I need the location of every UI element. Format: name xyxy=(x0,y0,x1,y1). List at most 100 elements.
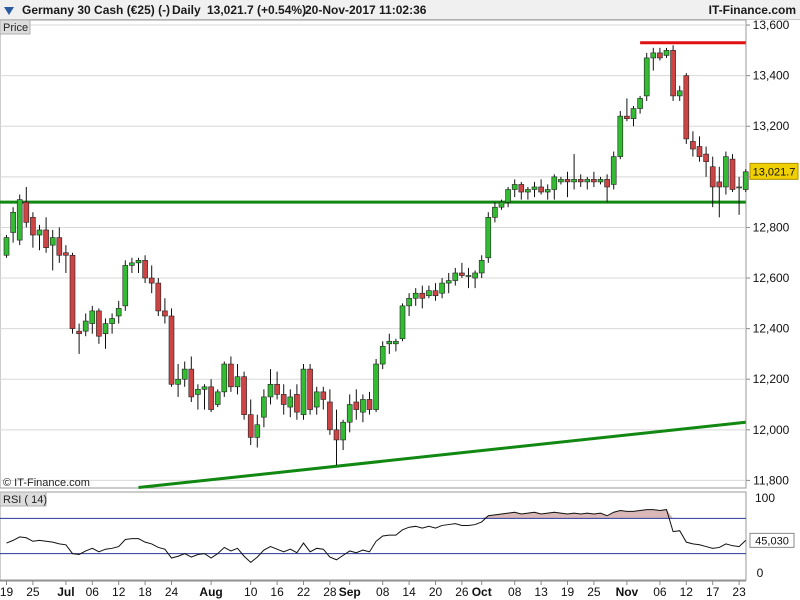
x-tick-label: 10 xyxy=(244,585,258,599)
candle-body xyxy=(340,421,346,441)
candle xyxy=(214,389,221,408)
candle-body xyxy=(624,115,630,119)
candle xyxy=(610,151,617,190)
x-tick-label: 19 xyxy=(0,585,13,599)
y-tick-label: 13,400 xyxy=(753,69,790,83)
candle xyxy=(683,73,690,144)
candle-body xyxy=(597,179,604,183)
x-tick-label: 20 xyxy=(429,585,443,599)
candle-body xyxy=(670,50,676,97)
candle-body xyxy=(498,201,505,208)
candle-body xyxy=(155,282,162,312)
chevron-down-icon[interactable] xyxy=(4,7,14,15)
candle-body xyxy=(525,189,531,193)
candle-body xyxy=(181,368,188,380)
rsi-y-tick-0: 0 xyxy=(757,566,764,580)
price-y-axis: 11,800 12,000 12,200 12,400 12,600 12,800 13,2… xyxy=(746,18,790,487)
candle xyxy=(241,371,247,420)
x-tick-label: 23 xyxy=(732,585,746,599)
x-tick-label: 08 xyxy=(508,585,522,599)
x-tick-label: Nov xyxy=(616,585,639,599)
candle-body xyxy=(3,237,10,256)
candle-body xyxy=(610,156,617,185)
candle-body xyxy=(56,237,63,256)
x-tick-label: Sep xyxy=(339,585,361,599)
candle-body xyxy=(23,201,30,223)
candle-body xyxy=(360,399,366,413)
candle-body xyxy=(49,237,56,246)
candle-body xyxy=(518,184,525,193)
candle xyxy=(485,212,492,263)
candle-body xyxy=(511,184,518,190)
candle-body xyxy=(723,156,729,188)
candle-body xyxy=(135,260,142,264)
candle-body xyxy=(630,108,637,119)
candle-body xyxy=(637,98,643,109)
rsi-plot-frame xyxy=(0,491,747,581)
copyright-label: © IT-Finance.com xyxy=(3,477,90,489)
candle-body xyxy=(76,330,82,334)
candle-body xyxy=(346,404,353,423)
candle-body xyxy=(683,75,690,140)
candle-body xyxy=(729,158,736,190)
candle-body xyxy=(16,199,23,241)
candle-body xyxy=(544,189,551,193)
rsi-panel-label: RSI ( 14) xyxy=(3,494,47,506)
candle-body xyxy=(584,179,591,183)
x-tick-label: 12 xyxy=(112,585,126,599)
y-tick-label: 13,600 xyxy=(753,18,790,32)
x-tick-label: 12 xyxy=(680,585,694,599)
candle xyxy=(168,308,175,387)
candle xyxy=(729,154,736,193)
candle-body xyxy=(307,368,313,410)
candle-body xyxy=(162,310,168,317)
candle-body xyxy=(96,310,102,337)
candle-body xyxy=(254,424,261,438)
candle-body xyxy=(492,206,498,218)
rsi-panel: RSI ( 14) 100 0 45,030 xyxy=(0,491,795,581)
y-tick-label: 12,600 xyxy=(753,271,790,285)
y-tick-label: 12,400 xyxy=(753,322,790,336)
candle-body xyxy=(148,277,155,284)
candle-body xyxy=(472,272,478,279)
candle-body xyxy=(452,272,459,281)
candle-body xyxy=(294,394,300,413)
candle-body xyxy=(261,396,267,418)
candle xyxy=(670,45,676,101)
x-tick-label: Oct xyxy=(472,585,492,599)
candle-body xyxy=(676,90,683,97)
candle-body xyxy=(313,391,320,408)
candle xyxy=(643,52,650,101)
candle xyxy=(155,278,162,316)
candle xyxy=(16,194,23,246)
candle-body xyxy=(386,340,393,345)
candle-body xyxy=(115,308,122,317)
candle-body xyxy=(63,252,69,256)
candle-body xyxy=(287,396,294,408)
candle-body xyxy=(129,262,135,266)
candle-body xyxy=(201,386,208,390)
candle-body xyxy=(102,323,109,334)
candle-body xyxy=(432,290,439,297)
candle-body xyxy=(531,186,538,190)
x-tick-label: 17 xyxy=(706,585,720,599)
candle xyxy=(617,111,624,160)
x-tick-label: 26 xyxy=(455,585,469,599)
chart-canvas: 11,800 12,000 12,200 12,400 12,600 12,800 13,2… xyxy=(0,7,799,599)
candle-body xyxy=(445,280,452,284)
candle-body xyxy=(195,389,201,395)
candle-body xyxy=(604,179,610,188)
candle xyxy=(399,303,406,342)
candle xyxy=(742,169,749,193)
x-tick-label: 18 xyxy=(138,585,152,599)
candle-body xyxy=(234,376,241,388)
candle-body xyxy=(577,179,584,183)
candle-body xyxy=(650,52,657,59)
candle xyxy=(300,364,307,420)
x-tick-label: 14 xyxy=(402,585,416,599)
candle-body xyxy=(36,229,43,236)
candle-body xyxy=(188,368,195,398)
candle-body xyxy=(122,265,129,307)
candle xyxy=(221,361,228,397)
candle xyxy=(3,235,10,258)
